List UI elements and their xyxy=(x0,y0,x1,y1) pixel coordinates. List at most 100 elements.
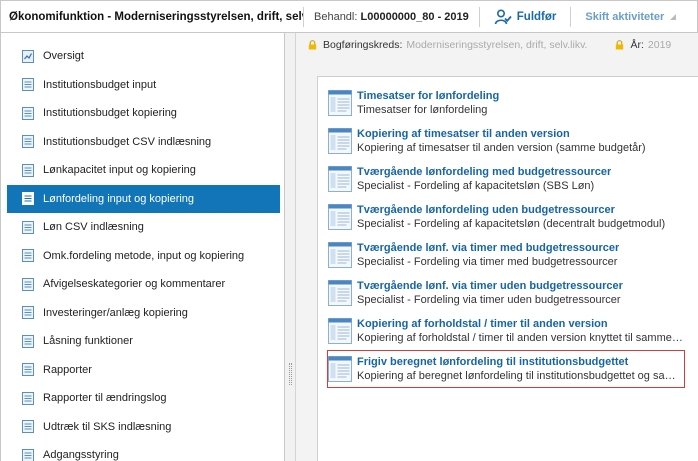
document-icon xyxy=(22,220,34,234)
sidebar-item-label: Låsning funktioner xyxy=(43,335,133,348)
sidebar-item-label: Investeringer/anlæg kopiering xyxy=(43,306,188,319)
activity-item-frigiv[interactable]: Frigiv beregnet lønfordeling til institu… xyxy=(327,350,685,388)
activity-item-forholdstal[interactable]: Kopiering af forholdstal / timer til and… xyxy=(328,313,684,349)
lock-icon xyxy=(616,40,624,50)
aar-label: År: xyxy=(630,39,644,51)
document-icon xyxy=(22,334,34,348)
sidebar-item-institutionsbudget-csv[interactable]: Institutionsbudget CSV indlæsning xyxy=(7,128,280,157)
document-icon xyxy=(22,78,34,92)
activity-title[interactable]: Tværgående lønfordeling med budgetressou… xyxy=(357,165,611,179)
skift-aktiviteter-button[interactable]: Skift aktiviteter xyxy=(571,11,686,23)
sidebar-item-adgangsstyring[interactable]: Adgangsstyring xyxy=(7,441,280,461)
sidebar-item-label: Lønkapacitet input og kopiering xyxy=(43,164,196,177)
sidebar-item-label: Oversigt xyxy=(43,50,84,63)
form-document-icon xyxy=(328,356,352,382)
form-document-icon xyxy=(328,204,352,230)
document-icon xyxy=(22,448,34,461)
sidebar-item-label: Institutionsbudget input xyxy=(43,78,157,91)
form-document-icon xyxy=(328,128,352,154)
document-icon xyxy=(22,135,34,149)
activity-title[interactable]: Kopiering af forholdstal / timer til and… xyxy=(357,317,684,331)
pane-splitter[interactable] xyxy=(285,33,296,461)
sidebar-item-oversigt[interactable]: Oversigt xyxy=(7,42,280,71)
sidebar-item-lonfordeling[interactable]: Lønfordeling input og kopiering xyxy=(7,184,280,213)
activity-item-timer-med[interactable]: Tværgående lønf. via timer med budgetres… xyxy=(328,237,684,273)
sidebar-item-institutionsbudget-input[interactable]: Institutionsbudget input xyxy=(7,71,280,100)
activity-text: Timesatser for lønfordeling Timesatser f… xyxy=(357,89,499,117)
activity-title[interactable]: Tværgående lønfordeling uden budgetresso… xyxy=(357,203,665,217)
fuldfor-label: Fuldfør xyxy=(516,10,557,23)
activity-item-timer-uden[interactable]: Tværgående lønf. via timer uden budgetre… xyxy=(328,275,684,311)
activity-subtitle: Kopiering af timesatser til anden versio… xyxy=(357,142,646,154)
sidebar-item-label: Udtræk til SKS indlæsning xyxy=(43,420,172,433)
splitter-grip-icon[interactable] xyxy=(289,363,292,385)
activity-subtitle: Specialist - Fordeling af kapacitetsløn … xyxy=(357,180,595,192)
context-bar: Bogføringskreds: Moderniseringsstyrelsen… xyxy=(296,33,698,57)
document-icon xyxy=(22,277,34,291)
document-icon xyxy=(22,391,34,405)
sidebar-item-rapporter[interactable]: Rapporter xyxy=(7,356,280,385)
sidebar-item-afvigelseskategorier[interactable]: Afvigelseskategorier og kommentarer xyxy=(7,270,280,299)
kreds-value: Moderniseringsstyrelsen, drift, selv.lik… xyxy=(406,39,588,51)
sidebar: Oversigt Institutionsbudget input Instit… xyxy=(0,33,285,461)
activity-subtitle: Specialist - Fordeling af kapacitetsløn … xyxy=(357,218,666,230)
fuldfor-button[interactable]: Fuldfør xyxy=(480,8,571,25)
activity-subtitle: Specialist - Fordeling via timer med bud… xyxy=(357,256,618,268)
activity-subtitle: Kopiering af forholdstal / timer til and… xyxy=(357,332,684,344)
behandl-info: Behandl: L00000000_80 - 2019 xyxy=(304,11,479,23)
sidebar-item-label: Løn CSV indlæsning xyxy=(43,221,144,234)
activity-title[interactable]: Tværgående lønf. via timer med budgetres… xyxy=(357,241,619,255)
activity-title[interactable]: Frigiv beregnet lønfordeling til institu… xyxy=(357,355,684,369)
form-document-icon xyxy=(328,166,352,192)
sidebar-item-label: Afvigelseskategorier og kommentarer xyxy=(43,278,226,291)
kreds-label: Bogføringskreds: xyxy=(323,39,403,51)
sidebar-item-label: Institutionsbudget CSV indlæsning xyxy=(43,135,212,148)
activity-text: Tværgående lønf. via timer med budgetres… xyxy=(357,241,619,269)
form-document-icon xyxy=(328,280,352,306)
sidebar-item-lasning[interactable]: Låsning funktioner xyxy=(7,327,280,356)
sidebar-item-label: Adgangsstyring xyxy=(43,449,119,461)
sidebar-item-investeringer[interactable]: Investeringer/anlæg kopiering xyxy=(7,299,280,328)
document-icon xyxy=(22,363,34,377)
main-pane: Bogføringskreds: Moderniseringsstyrelsen… xyxy=(296,33,698,461)
activity-subtitle: Specialist - Fordeling via timer uden bu… xyxy=(357,294,621,306)
app-title: Økonomifunktion - Moderniseringsstyrelse… xyxy=(9,10,303,23)
activity-title[interactable]: Timesatser for lønfordeling xyxy=(357,89,499,103)
activity-title[interactable]: Tværgående lønf. via timer uden budgetre… xyxy=(357,279,623,293)
skift-label: Skift aktiviteter xyxy=(585,10,665,23)
sidebar-item-lonkapacitet[interactable]: Lønkapacitet input og kopiering xyxy=(7,156,280,185)
sidebar-item-institutionsbudget-kopiering[interactable]: Institutionsbudget kopiering xyxy=(7,99,280,128)
person-check-icon xyxy=(494,8,512,24)
sidebar-item-label: Rapporter xyxy=(43,363,92,376)
activity-item-tvaergaaende-uden[interactable]: Tværgående lønfordeling uden budgetresso… xyxy=(328,199,684,235)
document-icon xyxy=(22,106,34,120)
activity-subtitle: Timesatser for lønfordeling xyxy=(357,104,488,116)
activity-item-tvaergaaende-med[interactable]: Tværgående lønfordeling med budgetressou… xyxy=(328,161,684,197)
activity-subtitle: Kopiering af beregnet lønfordeling til i… xyxy=(357,370,684,382)
activity-text: Tværgående lønf. via timer uden budgetre… xyxy=(357,279,623,307)
sidebar-item-rapporter-aendringslog[interactable]: Rapporter til ændringslog xyxy=(7,384,280,413)
document-icon xyxy=(22,249,34,263)
corner-arrow-icon xyxy=(670,13,677,20)
activity-item-kopiering-timesatser[interactable]: Kopiering af timesatser til anden versio… xyxy=(328,123,684,159)
activity-title[interactable]: Kopiering af timesatser til anden versio… xyxy=(357,127,646,141)
activity-text: Frigiv beregnet lønfordeling til institu… xyxy=(357,355,684,383)
document-icon xyxy=(22,420,34,434)
activity-item-timesatser[interactable]: Timesatser for lønfordeling Timesatser f… xyxy=(328,85,684,121)
activity-text: Kopiering af forholdstal / timer til and… xyxy=(357,317,684,345)
lock-icon xyxy=(308,40,317,50)
sidebar-item-label: Omk.fordeling metode, input og kopiering xyxy=(43,249,245,262)
aar-value: 2019 xyxy=(647,39,672,51)
form-document-icon xyxy=(328,90,352,116)
document-icon xyxy=(22,306,34,320)
aar-info: År: 2019 xyxy=(615,39,671,51)
document-icon xyxy=(22,163,34,177)
sidebar-item-udtraek-sks[interactable]: Udtræk til SKS indlæsning xyxy=(7,413,280,442)
sidebar-item-lon-csv[interactable]: Løn CSV indlæsning xyxy=(7,213,280,242)
behandl-label: Behandl: xyxy=(314,10,358,23)
activity-text: Tværgående lønfordeling uden budgetresso… xyxy=(357,203,665,231)
activity-text: Tværgående lønfordeling med budgetressou… xyxy=(357,165,611,193)
sidebar-item-label: Rapporter til ændringslog xyxy=(43,392,167,405)
overview-icon xyxy=(22,49,34,63)
sidebar-item-omk-fordeling[interactable]: Omk.fordeling metode, input og kopiering xyxy=(7,242,280,271)
